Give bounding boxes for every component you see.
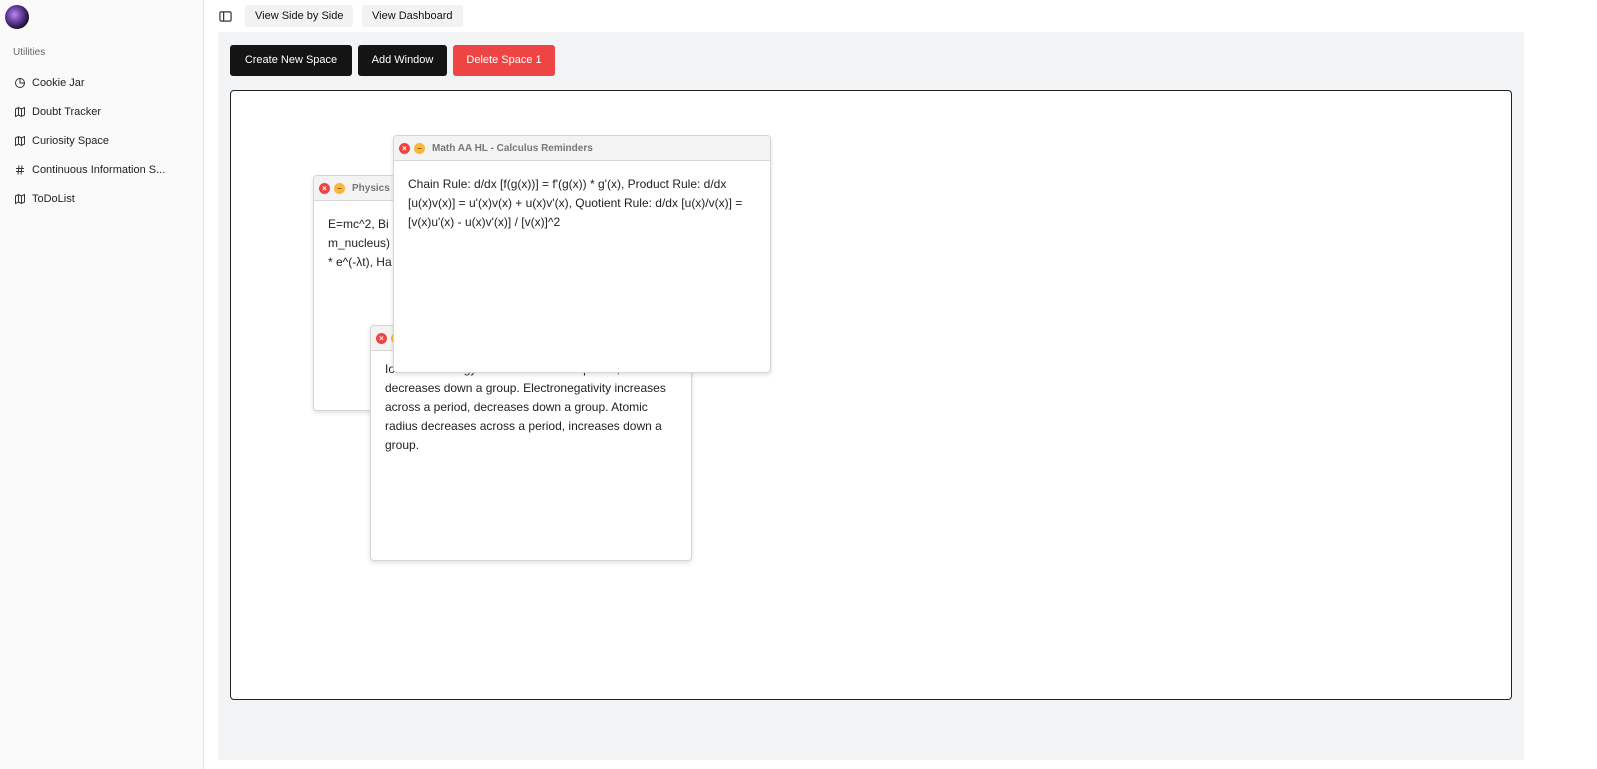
sidebar-item-todolist[interactable]: ToDoList — [0, 184, 204, 213]
sidebar-item-curiosity-space[interactable]: Curiosity Space — [0, 126, 204, 155]
math-window[interactable]: × – Math AA HL - Calculus Reminders Chai… — [393, 135, 771, 373]
sidebar-nav: Cookie Jar Doubt Tracker Curiosity Space… — [0, 68, 204, 213]
app-logo[interactable] — [5, 5, 29, 29]
sidebar-item-label: Curiosity Space — [32, 134, 110, 147]
map-icon — [14, 193, 26, 205]
delete-space-button[interactable]: Delete Space 1 — [453, 45, 555, 76]
window-header[interactable]: × – Math AA HL - Calculus Reminders — [394, 136, 770, 161]
sidebar: Utilities Cookie Jar Doubt Tracker Curio… — [0, 0, 204, 769]
map-icon — [14, 135, 26, 147]
minimize-icon[interactable]: – — [414, 142, 425, 154]
close-icon[interactable]: × — [399, 142, 410, 154]
view-side-by-side-button[interactable]: View Side by Side — [245, 5, 354, 27]
sidebar-item-label: Continuous Information S... — [32, 163, 166, 176]
view-dashboard-button[interactable]: View Dashboard — [362, 5, 463, 27]
sidebar-item-label: Cookie Jar — [32, 76, 85, 89]
window-title: Math AA HL - Calculus Reminders — [432, 142, 593, 154]
sidebar-item-label: Doubt Tracker — [32, 105, 102, 118]
add-window-button[interactable]: Add Window — [358, 45, 447, 76]
sidebar-toggle-icon[interactable] — [219, 10, 232, 23]
sidebar-group-label: Utilities — [13, 47, 46, 58]
space-canvas[interactable]: × – Physics H E=mc^2, Bi m_nucleus) * e^… — [230, 90, 1512, 700]
close-icon[interactable]: × — [319, 182, 330, 194]
window-content: Chain Rule: d/dx [f(g(x))] = f'(g(x)) * … — [408, 177, 743, 229]
sidebar-item-label: ToDoList — [32, 192, 75, 205]
sidebar-item-continuous-information[interactable]: Continuous Information S... — [0, 155, 204, 184]
hash-icon — [14, 164, 26, 176]
map-icon — [14, 106, 26, 118]
create-new-space-button[interactable]: Create New Space — [230, 45, 352, 76]
minimize-icon[interactable]: – — [334, 182, 345, 194]
close-icon[interactable]: × — [376, 332, 387, 344]
sidebar-item-doubt-tracker[interactable]: Doubt Tracker — [0, 97, 204, 126]
pie-chart-icon — [14, 77, 26, 89]
sidebar-item-cookie-jar[interactable]: Cookie Jar — [0, 68, 204, 97]
